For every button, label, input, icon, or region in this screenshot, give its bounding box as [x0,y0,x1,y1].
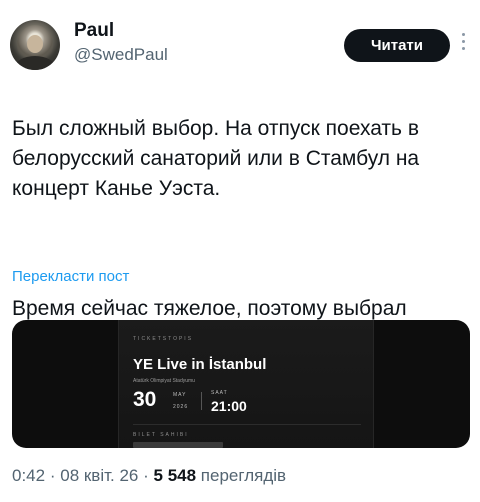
tweet-date[interactable]: 08 квіт. 26 [60,466,138,485]
ticket-venue: Atatürk Olimpiyat Stadyumu [133,378,195,384]
ticket-separator [201,392,202,410]
views-count: 5 548 [153,466,197,485]
tweet-media-image[interactable]: TICKETSTOPIS YE Live in İstanbul Atatürk… [12,320,470,448]
tweet-paragraph-1: Был сложный выбор. На отпуск поехать в б… [12,117,420,200]
tweet-meta: 0:42 · 08 квіт. 26 · 5 548 переглядів [12,466,286,486]
tweet-header: Paul @SwedPaul Читати [10,14,470,70]
ticket-card: TICKETSTOPIS YE Live in İstanbul Atatürk… [118,320,374,448]
views-label: переглядів [200,466,287,485]
ticket-brand: TICKETSTOPIS [133,336,194,342]
ticket-time-label: SAAT [211,390,228,396]
ticket-year: 2026 [173,404,189,410]
tweet-time[interactable]: 0:42 [12,466,45,485]
author-handle[interactable]: @SwedPaul [74,45,168,65]
ticket-month: MAY [173,392,187,398]
ticket-owner-value [133,442,223,448]
author-avatar[interactable] [10,20,60,70]
ticket-event-title: YE Live in İstanbul [133,356,267,373]
meta-separator: · [143,466,149,485]
ticket-divider [133,424,361,425]
more-options-icon[interactable] [460,33,466,57]
ticket-time: 21:00 [211,398,247,414]
ticket-owner-label: BILET SAHIBI [133,432,189,438]
translate-post-link[interactable]: Перекласти пост [12,268,129,285]
follow-button[interactable]: Читати [344,29,450,62]
avatar-body [15,56,55,70]
ticket-day: 30 [133,388,157,411]
meta-separator: · [49,466,56,485]
author-name[interactable]: Paul [74,20,114,42]
avatar-face [27,35,43,53]
